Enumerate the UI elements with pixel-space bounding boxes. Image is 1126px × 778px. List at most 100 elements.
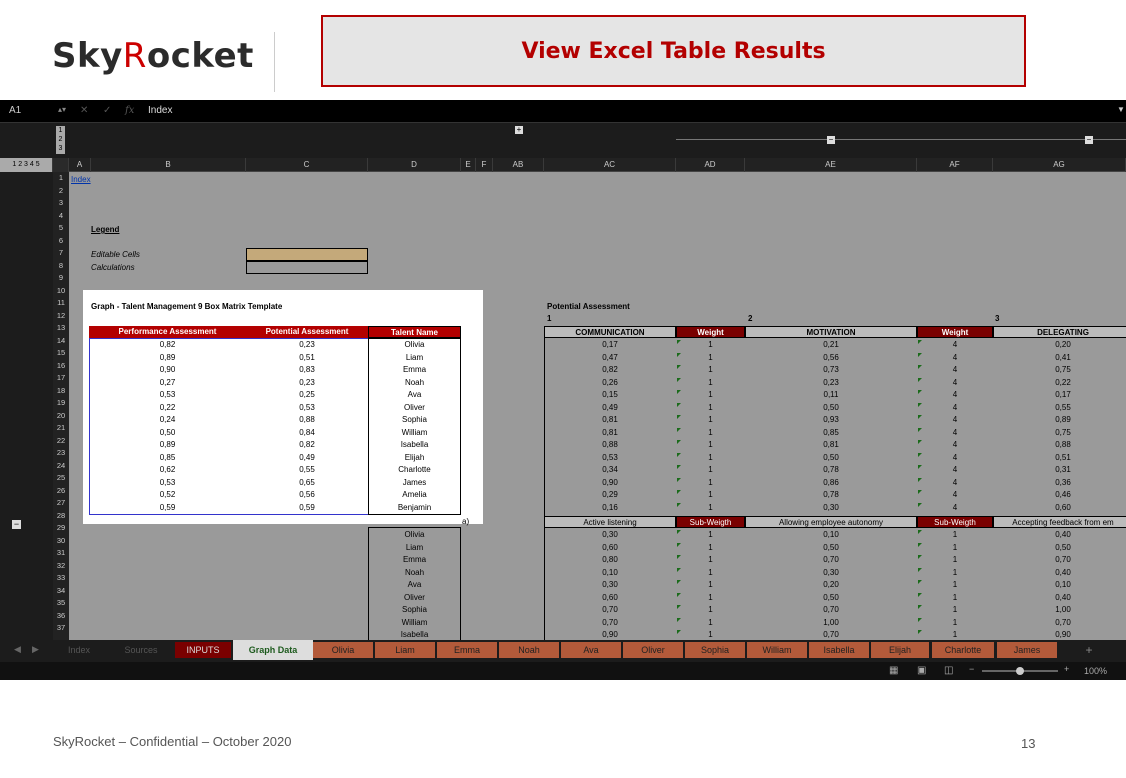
- row-number[interactable]: 8: [53, 260, 69, 273]
- row-number[interactable]: 11: [53, 297, 69, 310]
- col-header[interactable]: A: [69, 158, 91, 172]
- row-number[interactable]: 33: [53, 572, 69, 585]
- table-cell: Olivia: [404, 340, 425, 349]
- col-header[interactable]: B: [91, 158, 246, 172]
- row-number[interactable]: 31: [53, 547, 69, 560]
- tab-sheet[interactable]: Graph Data: [233, 640, 313, 660]
- tab-sheet[interactable]: William: [747, 642, 807, 658]
- col-header[interactable]: AC: [544, 158, 676, 172]
- index-link[interactable]: Index: [71, 175, 91, 184]
- row-number[interactable]: 22: [53, 435, 69, 448]
- row-number[interactable]: 36: [53, 610, 69, 623]
- row-number[interactable]: 15: [53, 347, 69, 360]
- tab-sheet[interactable]: Sources: [117, 642, 165, 658]
- zoom-in-button[interactable]: +: [1064, 664, 1069, 674]
- col-header[interactable]: AF: [917, 158, 993, 172]
- row-number[interactable]: 7: [53, 247, 69, 260]
- function-icon[interactable]: fx: [125, 105, 134, 116]
- collapse-row-group-icon[interactable]: −: [12, 520, 21, 529]
- row-number[interactable]: 6: [53, 235, 69, 248]
- tab-sheet[interactable]: Noah: [499, 642, 559, 658]
- normal-view-icon[interactable]: ▦: [889, 665, 898, 676]
- row-number[interactable]: 3: [53, 197, 69, 210]
- col-header[interactable]: AE: [745, 158, 917, 172]
- row-number[interactable]: 4: [53, 210, 69, 223]
- row-number[interactable]: 21: [53, 422, 69, 435]
- row-number[interactable]: 1: [53, 172, 69, 185]
- comment-indicator-icon: [677, 555, 681, 559]
- row-number[interactable]: 35: [53, 597, 69, 610]
- graph-title: Graph - Talent Management 9 Box Matrix T…: [91, 302, 283, 311]
- cell-ref-box[interactable]: A1: [9, 105, 21, 116]
- tab-sheet[interactable]: Olivia: [313, 642, 373, 658]
- row-number[interactable]: 9: [53, 272, 69, 285]
- select-all-corner[interactable]: [53, 158, 69, 172]
- page-layout-icon[interactable]: ▣: [917, 665, 926, 676]
- tab-sheet[interactable]: Liam: [375, 642, 435, 658]
- row-number[interactable]: 24: [53, 460, 69, 473]
- page-break-icon[interactable]: ◫: [944, 665, 953, 676]
- tab-scroll-right-icon[interactable]: ▶: [32, 644, 39, 655]
- tab-sheet[interactable]: Elijah: [871, 642, 929, 658]
- table-header: Talent Name: [368, 326, 461, 338]
- row-number[interactable]: 20: [53, 410, 69, 423]
- sub-cell: 1: [708, 580, 713, 589]
- row-number[interactable]: 13: [53, 322, 69, 335]
- zoom-slider-thumb[interactable]: [1016, 667, 1024, 675]
- tab-sheet[interactable]: Emma: [437, 642, 497, 658]
- row-number[interactable]: 12: [53, 310, 69, 323]
- col-header[interactable]: C: [246, 158, 368, 172]
- row-number[interactable]: 19: [53, 397, 69, 410]
- confirm-icon[interactable]: ✓: [103, 105, 111, 116]
- formula-input[interactable]: Index: [148, 105, 172, 116]
- col-header[interactable]: AG: [993, 158, 1126, 172]
- tab-sheet[interactable]: Index: [58, 642, 100, 658]
- tab-sheet[interactable]: Charlotte: [932, 642, 994, 658]
- collapse-column-group-icon-2[interactable]: −: [1085, 136, 1093, 144]
- expand-formula-icon[interactable]: ▼: [1117, 105, 1125, 114]
- column-outline-levels[interactable]: 1 2 3 4 5: [0, 158, 53, 172]
- row-number[interactable]: 30: [53, 535, 69, 548]
- row-number[interactable]: 2: [53, 185, 69, 198]
- row-number[interactable]: 5: [53, 222, 69, 235]
- zoom-level[interactable]: 100%: [1084, 666, 1107, 676]
- row-number[interactable]: 18: [53, 385, 69, 398]
- tab-sheet[interactable]: Sophia: [685, 642, 745, 658]
- tab-sheet[interactable]: Oliver: [623, 642, 683, 658]
- row-number[interactable]: 32: [53, 560, 69, 573]
- cell-ref-stepper-icon[interactable]: ▴▾: [58, 105, 66, 114]
- row-outline-levels[interactable]: 123: [56, 126, 65, 154]
- row-number[interactable]: 27: [53, 497, 69, 510]
- add-sheet-button[interactable]: +: [1076, 642, 1102, 658]
- table-cell: 0,82: [159, 340, 176, 349]
- col-header[interactable]: AD: [676, 158, 745, 172]
- row-number[interactable]: 28: [53, 510, 69, 523]
- row-number[interactable]: 29: [53, 522, 69, 535]
- comment-indicator-icon: [677, 340, 681, 344]
- expand-column-group-icon[interactable]: +: [515, 126, 523, 134]
- col-header[interactable]: F: [476, 158, 493, 172]
- dimension-cell: 0,30: [823, 502, 839, 512]
- row-number[interactable]: 10: [53, 285, 69, 298]
- tab-sheet[interactable]: James: [997, 642, 1057, 658]
- cancel-icon[interactable]: ✕: [80, 105, 88, 116]
- row-number[interactable]: 26: [53, 485, 69, 498]
- collapse-column-group-icon[interactable]: −: [827, 136, 835, 144]
- dimension-cell: 1: [708, 415, 713, 424]
- col-header[interactable]: AB: [493, 158, 544, 172]
- row-number[interactable]: 34: [53, 585, 69, 598]
- tab-sheet[interactable]: Isabella: [809, 642, 869, 658]
- row-number[interactable]: 23: [53, 447, 69, 460]
- row-number[interactable]: 16: [53, 360, 69, 373]
- comment-indicator-icon: [677, 567, 681, 572]
- tab-sheet[interactable]: INPUTS: [175, 642, 231, 658]
- tab-sheet[interactable]: Ava: [561, 642, 621, 658]
- row-number[interactable]: 14: [53, 335, 69, 348]
- tab-scroll-left-icon[interactable]: ◀: [14, 644, 21, 655]
- row-number[interactable]: 25: [53, 472, 69, 485]
- col-header[interactable]: E: [461, 158, 476, 172]
- col-header[interactable]: D: [368, 158, 461, 172]
- zoom-out-button[interactable]: −: [969, 664, 974, 674]
- row-number[interactable]: 37: [53, 622, 69, 635]
- row-number[interactable]: 17: [53, 372, 69, 385]
